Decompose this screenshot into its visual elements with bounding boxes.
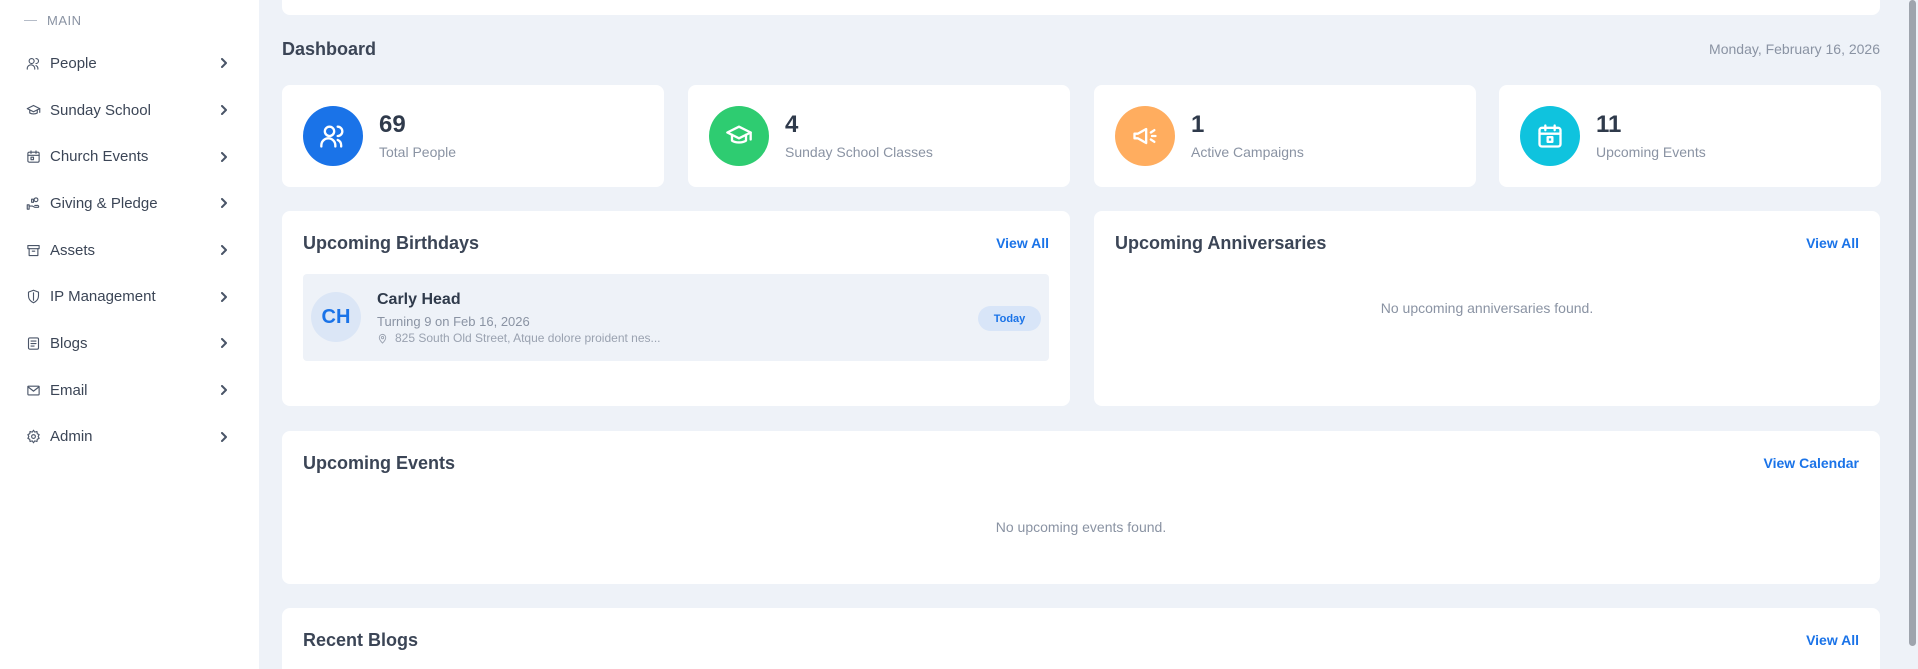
chevron-right-icon — [219, 105, 229, 116]
address-text: 825 South Old Street, Atque dolore proid… — [395, 331, 661, 345]
divider — [24, 20, 37, 21]
document-icon — [25, 335, 42, 352]
stat-label: Upcoming Events — [1596, 144, 1706, 160]
sidebar-nav: People Sunday School Church Events Givin… — [0, 40, 259, 460]
sidebar-item-ip-management[interactable]: IP Management — [0, 273, 259, 320]
sidebar-item-label: Sunday School — [50, 101, 151, 119]
view-all-anniversaries-link[interactable]: View All — [1806, 235, 1859, 251]
sidebar-item-church-events[interactable]: Church Events — [0, 133, 259, 180]
events-panel: Upcoming Events View Calendar No upcomin… — [282, 431, 1880, 584]
megaphone-icon — [1115, 106, 1175, 166]
list-item[interactable]: CH Carly Head Turning 9 on Feb 16, 2026 … — [303, 274, 1049, 361]
chevron-right-icon — [219, 385, 229, 396]
sidebar-item-label: Email — [50, 381, 88, 399]
stat-label: Total People — [379, 144, 457, 160]
stat-card-upcoming-events: 11 Upcoming Events — [1499, 85, 1881, 187]
stat-label: Active Campaigns — [1191, 144, 1304, 160]
panel-title: Upcoming Anniversaries — [1115, 233, 1327, 253]
shield-icon — [25, 288, 42, 305]
map-pin-icon — [378, 333, 387, 344]
chevron-right-icon — [219, 338, 229, 349]
users-icon — [25, 55, 42, 72]
view-all-birthdays-link[interactable]: View All — [996, 235, 1049, 251]
archive-box-icon — [25, 242, 42, 259]
stat-value: 69 — [379, 111, 406, 138]
blogs-panel: Recent Blogs View All — [282, 608, 1880, 669]
page-title: Dashboard — [282, 39, 377, 59]
hand-coins-icon — [25, 195, 42, 212]
stat-card-sunday-school-classes: 4 Sunday School Classes — [688, 85, 1070, 187]
main-content: Dashboard Monday, February 16, 2026 69 T… — [259, 0, 1918, 669]
sidebar-item-label: Assets — [50, 241, 96, 259]
sidebar-item-label: Church Events — [50, 148, 149, 166]
gear-icon — [25, 428, 42, 445]
stat-value: 11 — [1596, 111, 1622, 138]
sidebar-item-admin[interactable]: Admin — [0, 414, 259, 461]
sidebar-item-people[interactable]: People — [0, 40, 259, 87]
users-icon — [303, 106, 363, 166]
sidebar-item-assets[interactable]: Assets — [0, 227, 259, 274]
view-calendar-link[interactable]: View Calendar — [1764, 455, 1859, 471]
stat-label: Sunday School Classes — [785, 144, 933, 160]
panel-title: Recent Blogs — [303, 630, 419, 650]
status-badge: Today — [978, 306, 1041, 331]
sidebar: MAIN People Sunday School Church Events … — [0, 0, 259, 669]
sidebar-item-blogs[interactable]: Blogs — [0, 320, 259, 367]
chevron-right-icon — [219, 58, 229, 69]
birthdays-panel: Upcoming Birthdays View All CH Carly Hea… — [282, 211, 1070, 406]
calendar-icon — [1520, 106, 1580, 166]
graduation-cap-icon — [25, 102, 42, 119]
stat-card-active-campaigns: 1 Active Campaigns — [1094, 85, 1476, 187]
stat-value: 4 — [785, 111, 799, 138]
empty-message: No upcoming events found. — [995, 519, 1167, 535]
chevron-right-icon — [219, 151, 229, 162]
chevron-right-icon — [219, 431, 229, 442]
sidebar-item-label: Blogs — [50, 334, 88, 352]
sidebar-item-label: IP Management — [50, 288, 156, 306]
empty-message: No upcoming anniversaries found. — [1380, 300, 1594, 316]
panel-title: Upcoming Birthdays — [303, 233, 480, 253]
section-label-text: MAIN — [47, 13, 82, 28]
sidebar-section-label: MAIN — [24, 13, 82, 28]
person-name: Carly Head — [377, 291, 461, 308]
avatar: CH — [311, 292, 361, 342]
sidebar-item-email[interactable]: Email — [0, 367, 259, 414]
chevron-right-icon — [219, 198, 229, 209]
sidebar-item-sunday-school[interactable]: Sunday School — [0, 87, 259, 134]
birthday-detail: Turning 9 on Feb 16, 2026 — [377, 314, 530, 329]
view-all-blogs-link[interactable]: View All — [1806, 632, 1859, 648]
chevron-right-icon — [219, 245, 229, 256]
top-panel — [282, 0, 1880, 15]
sidebar-item-label: Admin — [50, 428, 93, 446]
address: 825 South Old Street, Atque dolore proid… — [377, 331, 661, 345]
scrollbar[interactable] — [1909, 0, 1916, 646]
stat-card-total-people: 69 Total People — [282, 85, 664, 187]
chevron-right-icon — [219, 291, 229, 302]
anniversaries-panel: Upcoming Anniversaries View All No upcom… — [1094, 211, 1880, 406]
current-date: Monday, February 16, 2026 — [1709, 41, 1880, 57]
sidebar-item-label: Giving & Pledge — [50, 194, 158, 212]
sidebar-item-label: People — [50, 54, 97, 72]
calendar-icon — [25, 148, 42, 165]
mail-icon — [25, 382, 42, 399]
sidebar-item-giving-pledge[interactable]: Giving & Pledge — [0, 180, 259, 227]
stat-value: 1 — [1191, 111, 1205, 138]
panel-title: Upcoming Events — [303, 453, 456, 473]
graduation-cap-icon — [709, 106, 769, 166]
